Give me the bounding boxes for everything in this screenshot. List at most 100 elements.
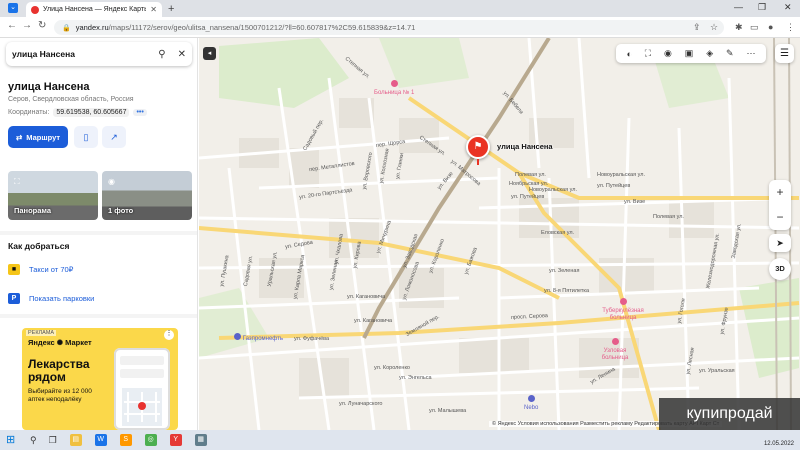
taxi-option[interactable]: ■ Такси от 70₽ [8, 264, 73, 275]
poi-fuel[interactable]: Газпромнефть [234, 333, 283, 343]
chrome-icon[interactable]: ◎ [144, 434, 157, 446]
panorama-thumbnail[interactable]: ⛶ Панорама [8, 171, 98, 220]
poi-mall[interactable]: Nebo [524, 395, 538, 412]
word-icon[interactable]: W [94, 434, 107, 446]
forward-icon[interactable]: → [22, 20, 32, 31]
route-button-label: Маршрут [26, 132, 61, 142]
browser-menu-icon[interactable]: ⋮ [786, 22, 795, 33]
place-subtitle: Серов, Свердловская область, Россия [8, 96, 134, 103]
panorama-label: Панорама [14, 206, 52, 215]
street-label: ул. Малышева [429, 408, 467, 414]
zoom-in-button[interactable]: + [769, 180, 791, 205]
poi-label: Nebo [524, 405, 539, 411]
system-tray[interactable]: 12.05.2022 [764, 432, 794, 448]
reload-icon[interactable]: ↻ [38, 20, 46, 31]
more-icon[interactable]: ⋯ [746, 48, 755, 59]
taxi-icon: ■ [8, 264, 20, 275]
layers-icon[interactable]: ◐ [626, 49, 631, 59]
coordinates-value[interactable]: 59.619538, 60.605667 [53, 108, 130, 117]
poi-hospital[interactable]: Больница № 1 [374, 80, 414, 97]
camera-layer-icon[interactable]: ◉ [664, 48, 672, 59]
main-menu-icon[interactable]: ☰ [775, 44, 794, 63]
street-label: ул. Энгельса [399, 375, 432, 381]
camera-icon: ◉ [108, 177, 115, 186]
panorama-layer-icon[interactable]: ⛶ [645, 48, 651, 59]
3d-button[interactable]: 3D [769, 258, 791, 280]
maximize-button[interactable]: ❐ [758, 2, 766, 13]
mall-icon [527, 395, 535, 402]
watermark: купипродай [659, 398, 800, 430]
yandex-maps-favicon-icon [31, 5, 39, 14]
photo-thumbnail[interactable]: ◉ 1 фото [102, 171, 192, 220]
route-icon: ⇄ [15, 132, 23, 142]
close-window-button[interactable]: ✕ [784, 2, 792, 13]
zoom-out-button[interactable]: − [769, 205, 791, 230]
street-label: ул. Зеленая [549, 268, 580, 274]
poi-hospital[interactable]: Туберкулёзная больница [593, 298, 653, 322]
search-icon[interactable]: ⚲ [158, 49, 165, 60]
hospital-icon [619, 298, 627, 305]
ruler-icon[interactable]: ✎ [726, 48, 734, 59]
street-label: ул. Луначарского [339, 401, 383, 407]
parking-label: Показать парковки [29, 294, 95, 303]
close-icon[interactable]: ✕ [178, 49, 186, 60]
ad-headline: Лекарства рядом [28, 357, 90, 384]
parking-option[interactable]: P Показать парковки [8, 293, 94, 304]
selected-place-marker[interactable]: ⚑ [466, 135, 490, 159]
app-icon[interactable]: ▦ [194, 434, 207, 446]
street-label: Полевая ул. [653, 214, 684, 220]
browser-tab-strip: ⌄ Улица Нансена — Яндекс Карты ✕ + — ❐ ✕ [0, 0, 800, 17]
bookmark-star-icon[interactable]: ☆ [710, 22, 718, 33]
back-icon[interactable]: ← [7, 20, 17, 31]
minimize-button[interactable]: — [734, 2, 743, 12]
hospital-icon [390, 80, 398, 87]
profile-icon[interactable]: ● [768, 22, 773, 32]
ad-menu-button[interactable]: ⋮ [164, 330, 174, 340]
photo-count-label: 1 фото [108, 206, 134, 215]
fuel-icon [234, 333, 241, 340]
windows-start-icon[interactable]: ⊞ [6, 434, 18, 446]
tab-search-icon[interactable]: ⌄ [8, 3, 18, 13]
taskbar-search-icon[interactable]: ⚲ [30, 435, 37, 446]
traffic-layer-icon[interactable]: ◈ [706, 48, 713, 59]
share-icon[interactable]: ⇪ [693, 22, 701, 33]
extensions-icon[interactable]: ✱ [735, 22, 743, 33]
browser-toolbar: ← → ↻ 🔒 yandex.ru/maps/11172/serov/geo/u… [0, 17, 800, 38]
panorama-icon: ⛶ [14, 177, 20, 186]
street-label: ул. Кагановича [354, 318, 393, 324]
new-tab-button[interactable]: + [168, 3, 174, 15]
side-panel-icon[interactable]: ▭ [750, 22, 759, 33]
clock-date: 12.05.2022 [763, 441, 794, 447]
street-label: ул. 8-я Пятилетка [544, 288, 590, 294]
task-view-icon[interactable]: ❐ [49, 435, 57, 446]
street-label: Новоуральская ул. [597, 172, 645, 178]
street-label: ул. Кагановича [347, 294, 386, 300]
os-taskbar: ⊞ ⚲ ❐ ▤ W S ◎ Y ▦ 12.05.2022 [0, 430, 800, 450]
app-icon[interactable]: S [119, 434, 132, 446]
share-button[interactable]: ↗ [102, 126, 126, 148]
coordinates-more-button[interactable]: ••• [133, 109, 147, 116]
browser-tab[interactable]: Улица Нансена — Яндекс Карты ✕ [26, 2, 162, 17]
collapse-panel-button[interactable]: ◂ [203, 47, 216, 60]
route-button[interactable]: ⇄ Маршрут [8, 126, 68, 148]
tab-title: Улица Нансена — Яндекс Карты [43, 6, 147, 13]
howto-heading: Как добраться [8, 241, 70, 251]
taxi-label: Такси от 70₽ [29, 265, 74, 274]
file-explorer-icon[interactable]: ▤ [69, 434, 82, 446]
ad-text: Выбирайте из 12 000 аптек неподалёку [28, 388, 92, 403]
ad-banner[interactable]: РЕКЛАМА ⋮ Яндекс ✺ Маркет Лекарства рядо… [22, 328, 178, 430]
coordinates-label: Координаты: [8, 109, 50, 116]
map-layers-toolbar: ◐ ⛶ ◉ ▣ ◈ ✎ ⋯ [616, 44, 766, 63]
search-input[interactable]: улица Нансена [12, 49, 158, 59]
bookmark-button[interactable]: ▯ [74, 126, 98, 148]
tab-close-icon[interactable]: ✕ [150, 5, 157, 14]
poi-hospital[interactable]: Узловая больница [595, 338, 635, 362]
yandex-browser-icon[interactable]: Y [169, 434, 182, 446]
address-bar[interactable]: 🔒 yandex.ru/maps/11172/serov/geo/ulitsa_… [54, 20, 724, 35]
map-canvas[interactable]: ◂ Степная ул. ул. Бебеля пер. Щорса Садо… [199, 38, 800, 430]
transport-layer-icon[interactable]: ▣ [685, 48, 694, 59]
locate-me-icon[interactable]: ➤ [769, 234, 791, 252]
street-label: Еловская ул. [541, 230, 575, 236]
search-box[interactable]: улица Нансена ⚲ ✕ [6, 42, 192, 66]
ad-tag: РЕКЛАМА [26, 330, 57, 336]
